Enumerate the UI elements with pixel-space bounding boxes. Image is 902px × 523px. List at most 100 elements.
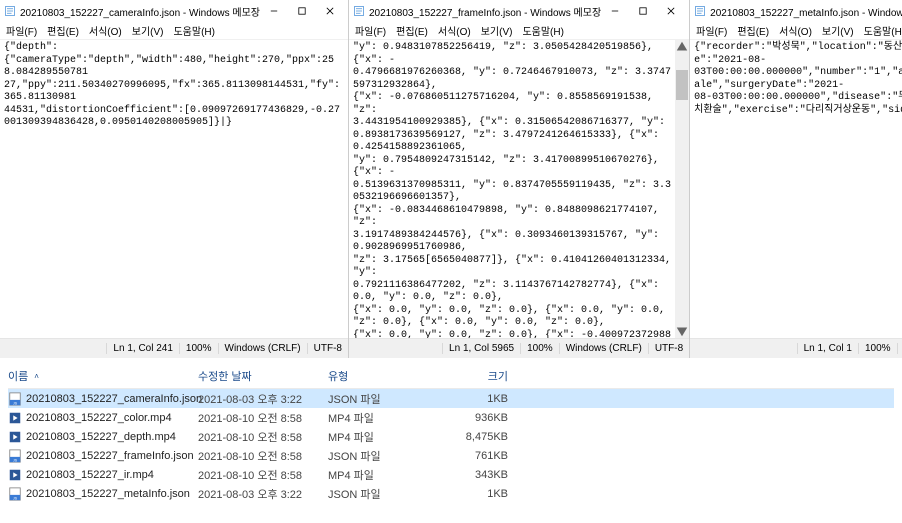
file-date: 2021-08-10 오전 8:58 xyxy=(198,429,328,445)
minimize-button[interactable] xyxy=(601,2,629,20)
file-type: JSON 파일 xyxy=(328,448,438,464)
header-type[interactable]: 유형 xyxy=(328,368,438,384)
menu-view[interactable]: 보기(V) xyxy=(822,23,854,38)
statusbar: Ln 1, Col 5965100%Windows (CRLF)UTF-8 xyxy=(349,338,689,358)
status-enc: UTF-8 xyxy=(307,343,348,354)
video-file-icon xyxy=(8,411,22,425)
status-pos: Ln 1, Col 5965 xyxy=(442,343,520,354)
json-file-icon: JS xyxy=(8,392,22,406)
statusbar: Ln 1, Col 241100%Windows (CRLF)UTF-8 xyxy=(0,338,348,358)
menu-format[interactable]: 서식(O) xyxy=(89,23,122,38)
text-content[interactable]: {"depth": {"cameraType":"depth","width":… xyxy=(0,40,348,338)
file-row[interactable]: JS 20210803_152227_cameraInfo.json2021-08… xyxy=(8,389,894,408)
menu-file[interactable]: 파일(F) xyxy=(696,23,727,38)
file-date: 2021-08-10 오전 8:58 xyxy=(198,467,328,483)
maximize-button[interactable] xyxy=(629,2,657,20)
scroll-thumb[interactable] xyxy=(676,70,688,100)
status-enc: UTF-8 xyxy=(648,343,689,354)
menu-help[interactable]: 도움말(H) xyxy=(173,23,214,38)
file-type: MP4 파일 xyxy=(328,410,438,426)
vertical-scrollbar[interactable] xyxy=(675,40,689,338)
titlebar[interactable]: 20210803_152227_cameraInfo.json - Window… xyxy=(0,0,348,22)
file-type: JSON 파일 xyxy=(328,391,438,407)
file-row[interactable]: 20210803_152227_ir.mp42021-08-10 오전 8:58… xyxy=(8,465,894,484)
menu-edit[interactable]: 편집(E) xyxy=(737,23,769,38)
titlebar[interactable]: 20210803_152227_frameInfo.json - Windows… xyxy=(349,0,689,22)
video-file-icon xyxy=(8,468,22,482)
svg-text:JS: JS xyxy=(13,496,18,500)
file-name: 20210803_152227_cameraInfo.json xyxy=(26,393,202,405)
statusbar: Ln 1, Col 1100%Windows (CRLF)UTF-8 xyxy=(690,338,902,358)
status-eol: Windows (CRLF) xyxy=(559,343,648,354)
header-name[interactable]: 이름 ˄ xyxy=(8,368,198,384)
menu-view[interactable]: 보기(V) xyxy=(132,23,164,38)
file-type: MP4 파일 xyxy=(328,467,438,483)
explorer-header: 이름 ˄ 수정한 날짜 유형 크기 xyxy=(8,364,894,389)
file-row[interactable]: 20210803_152227_depth.mp4 2021-08-10 오전 8… xyxy=(8,427,894,446)
status-pos: Ln 1, Col 241 xyxy=(106,343,179,354)
scroll-up-icon[interactable] xyxy=(675,40,689,54)
file-row[interactable]: JS20210803_152227_frameInfo.json2021-08-… xyxy=(8,446,894,465)
text-content[interactable]: "y": 0.9483107852256419, "z": 3.05054284… xyxy=(349,40,675,338)
menubar: 파일(F) 편집(E) 서식(O) 보기(V) 도움말(H) xyxy=(349,22,689,40)
status-zoom: 100% xyxy=(179,343,218,354)
close-button[interactable] xyxy=(657,2,685,20)
file-row[interactable]: 20210803_152227_color.mp4 2021-08-10 오전 8… xyxy=(8,408,894,427)
file-date: 2021-08-03 오후 3:22 xyxy=(198,391,328,407)
menu-help[interactable]: 도움말(H) xyxy=(522,23,563,38)
file-date: 2021-08-03 오후 3:22 xyxy=(198,486,328,502)
window-title: 20210803_152227_frameInfo.json - Windows… xyxy=(369,4,601,19)
header-date[interactable]: 수정한 날짜 xyxy=(198,368,328,384)
status-eol: Windows (CRLF) xyxy=(897,343,902,354)
menu-format[interactable]: 서식(O) xyxy=(779,23,812,38)
notepad-icon xyxy=(4,5,16,17)
maximize-button[interactable] xyxy=(288,2,316,20)
status-eol: Windows (CRLF) xyxy=(218,343,307,354)
file-size: 936KB xyxy=(438,412,508,424)
file-size: 1KB xyxy=(438,488,508,500)
json-file-icon: JS xyxy=(8,487,22,501)
menu-help[interactable]: 도움말(H) xyxy=(864,23,902,38)
menu-file[interactable]: 파일(F) xyxy=(6,23,37,38)
file-date: 2021-08-10 오전 8:58 xyxy=(198,410,328,426)
window-title: 20210803_152227_cameraInfo.json - Window… xyxy=(20,4,260,19)
file-name: 20210803_152227_color.mp4 xyxy=(26,412,172,424)
notepad-icon xyxy=(353,5,365,17)
window-title: 20210803_152227_metaInfo.json - Windows … xyxy=(710,4,902,19)
menu-file[interactable]: 파일(F) xyxy=(355,23,386,38)
file-size: 8,475KB xyxy=(438,431,508,443)
header-size[interactable]: 크기 xyxy=(438,368,508,384)
menu-edit[interactable]: 편집(E) xyxy=(396,23,428,38)
notepad-window: 20210803_152227_cameraInfo.json - Window… xyxy=(0,0,349,358)
menu-edit[interactable]: 편집(E) xyxy=(47,23,79,38)
file-list: JS20210803_152227_cameraInfo.json2021-08… xyxy=(8,389,894,503)
notepad-row: 20210803_152227_cameraInfo.json - Window… xyxy=(0,0,902,358)
file-name: 20210803_152227_metaInfo.json xyxy=(26,488,190,500)
file-row[interactable]: JS 20210803_152227_metaInfo.json 2021-08-0… xyxy=(8,484,894,503)
file-date: 2021-08-10 오전 8:58 xyxy=(198,448,328,464)
status-zoom: 100% xyxy=(520,343,559,354)
menu-view[interactable]: 보기(V) xyxy=(481,23,513,38)
notepad-window: 20210803_152227_frameInfo.json - Windows… xyxy=(349,0,690,358)
file-size: 761KB xyxy=(438,450,508,462)
close-button[interactable] xyxy=(316,2,344,20)
menubar: 파일(F) 편집(E) 서식(O) 보기(V) 도움말(H) xyxy=(690,22,902,40)
file-type: JSON 파일 xyxy=(328,486,438,502)
json-file-icon: JS xyxy=(8,449,22,463)
status-pos: Ln 1, Col 1 xyxy=(797,343,858,354)
notepad-window: 20210803_152227_metaInfo.json - Windows … xyxy=(690,0,902,358)
titlebar[interactable]: 20210803_152227_metaInfo.json - Windows … xyxy=(690,0,902,22)
file-explorer: 이름 ˄ 수정한 날짜 유형 크기 JS 20210803_152227_came… xyxy=(0,358,902,509)
menu-format[interactable]: 서식(O) xyxy=(438,23,471,38)
file-size: 343KB xyxy=(438,469,508,481)
notepad-icon xyxy=(694,5,706,17)
sort-asc-icon: ˄ xyxy=(34,372,39,381)
minimize-button[interactable] xyxy=(260,2,288,20)
file-size: 1KB xyxy=(438,393,508,405)
text-content[interactable]: {"recorder":"박성묵","location":"동산병원","rec… xyxy=(690,40,902,338)
menubar: 파일(F) 편집(E) 서식(O) 보기(V) 도움말(H) xyxy=(0,22,348,40)
scroll-down-icon[interactable] xyxy=(675,324,689,338)
svg-text:JS: JS xyxy=(13,458,18,462)
svg-text:JS: JS xyxy=(13,401,18,405)
file-name: 20210803_152227_depth.mp4 xyxy=(26,431,176,443)
